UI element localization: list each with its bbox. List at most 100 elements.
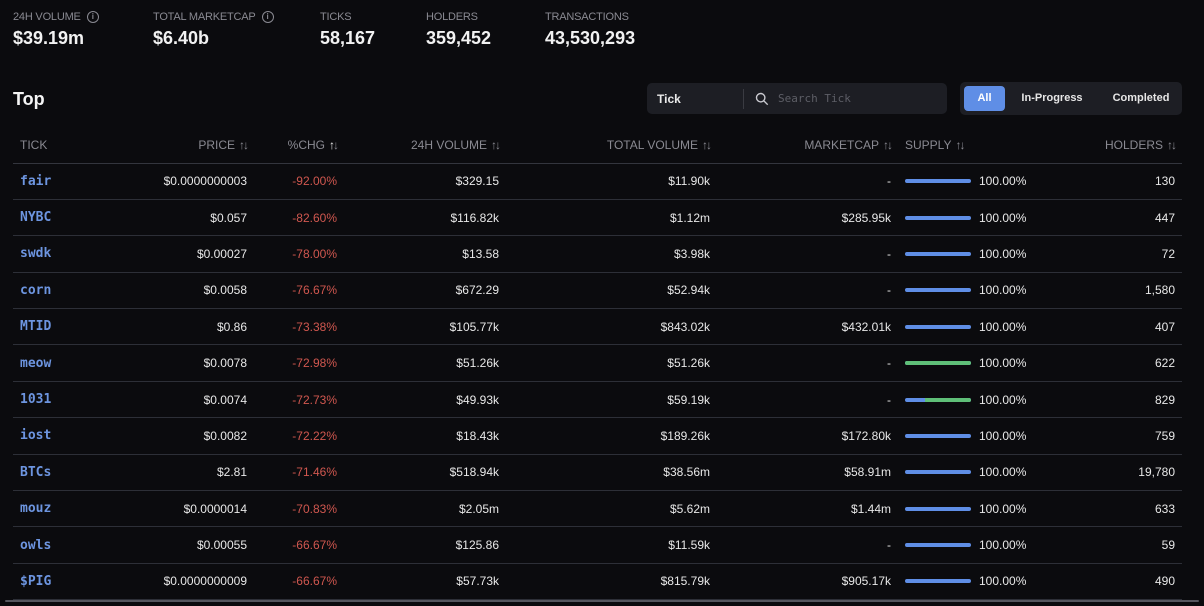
chg-cell: -76.67%	[254, 272, 344, 310]
tick-link[interactable]: corn	[20, 283, 51, 298]
info-icon[interactable]: i	[86, 11, 99, 23]
volume-24h-cell: $49.93k	[344, 381, 506, 419]
volume-24h-cell: $18.43k	[344, 417, 506, 455]
holders-cell: 130	[1038, 163, 1182, 200]
stat-label: TICKS	[320, 11, 352, 23]
supply-cell: 100.00%	[898, 490, 1038, 528]
volume-24h-cell: $105.77k	[344, 308, 506, 346]
holders-cell: 447	[1038, 199, 1182, 237]
table-row[interactable]: 1031 $0.0074 -72.73% $49.93k $59.19k - 100.00%…	[13, 381, 1182, 419]
tick-link[interactable]: NYBC	[20, 210, 51, 225]
supply-progress-bar	[905, 251, 971, 256]
completed-segment	[924, 397, 971, 402]
total-volume-cell: $52.94k	[506, 272, 717, 310]
total-volume-cell: $843.02k	[506, 308, 717, 346]
marketcap-cell: -	[717, 272, 898, 310]
total-volume-cell: $1.12m	[506, 199, 717, 237]
table-row[interactable]: MTID $0.86 -73.38% $105.77k $843.02k $432.01k…	[13, 308, 1182, 346]
info-icon[interactable]: i	[261, 11, 274, 23]
supply-progress-bar	[905, 215, 971, 220]
table-row[interactable]: meow $0.0078 -72.98% $51.26k $51.26k -100.00%…	[13, 344, 1182, 382]
volume-24h-cell: $116.82k	[344, 199, 506, 237]
table-row[interactable]: fair $0.0000000003 -92.00% $329.15 $11.90k - 1…	[13, 163, 1182, 200]
stat-label: HOLDERS	[426, 11, 478, 23]
sort-icon[interactable]: ↑↓	[1167, 138, 1177, 152]
sort-icon[interactable]: ↑↓	[491, 138, 501, 152]
supply-progress-bar	[905, 179, 971, 184]
sort-icon[interactable]: ↑↓	[329, 138, 339, 152]
tick-link[interactable]: iost	[20, 428, 51, 443]
tick-link[interactable]: MTID	[20, 319, 51, 334]
price-cell: $0.0078	[113, 344, 254, 382]
volume-24h-cell: $672.29	[344, 272, 506, 310]
table-row[interactable]: NYBC $0.057 -82.60% $116.82k $1.12m $285.95k 1…	[13, 199, 1182, 237]
header-total-volume[interactable]: TOTAL VOLUME ↑↓	[506, 128, 717, 164]
filter-all-button[interactable]: All	[964, 86, 1005, 111]
status-filter: All In-Progress Completed	[960, 82, 1182, 115]
marketcap-cell: $172.80k	[717, 417, 898, 455]
filter-completed-button[interactable]: Completed	[1100, 86, 1182, 111]
header-chg[interactable]: %CHG ↑↓	[254, 128, 344, 164]
tick-link[interactable]: meow	[20, 356, 51, 371]
table-row[interactable]: BTCs $2.81 -71.46% $518.94k $38.56m $58.91m 10…	[13, 454, 1182, 492]
price-cell: $0.0000000009	[113, 563, 254, 601]
stat-label: TOTAL MARKETCAP	[153, 11, 256, 23]
marketcap-cell: $58.91m	[717, 454, 898, 492]
total-volume-cell: $51.26k	[506, 344, 717, 382]
horizontal-scrollbar[interactable]	[5, 600, 1199, 602]
chg-cell: -72.98%	[254, 344, 344, 382]
chg-cell: -71.46%	[254, 454, 344, 492]
search-type-select[interactable]: Tick	[647, 88, 744, 109]
chg-cell: -66.67%	[254, 563, 344, 601]
price-cell: $0.057	[113, 199, 254, 237]
sort-icon[interactable]: ↑↓	[955, 138, 965, 152]
table-row[interactable]: $PIG $0.0000000009 -66.67% $57.73k $815.79k $…	[13, 563, 1182, 601]
volume-24h-cell: $329.15	[344, 163, 506, 200]
tick-link[interactable]: owls	[20, 538, 51, 553]
supply-percent: 100.00%	[979, 174, 1027, 189]
supply-percent: 100.00%	[979, 283, 1027, 298]
volume-24h-cell: $518.94k	[344, 454, 506, 492]
table-row[interactable]: corn $0.0058 -76.67% $672.29 $52.94k - 100.00%…	[13, 272, 1182, 310]
header-holders[interactable]: HOLDERS ↑↓	[1038, 128, 1182, 164]
stat-ticks: TICKS 58,167	[320, 10, 426, 49]
sort-icon[interactable]: ↑↓	[883, 138, 893, 152]
tick-link[interactable]: swdk	[20, 246, 51, 261]
stat-value: 43,530,293	[545, 28, 636, 48]
header-24h-volume[interactable]: 24H VOLUME ↑↓	[344, 128, 506, 164]
stats-bar: 24H VOLUME i $39.19m TOTAL MARKETCAP i $6.…	[13, 10, 635, 49]
marketcap-cell: $1.44m	[717, 490, 898, 528]
holders-cell: 72	[1038, 235, 1182, 273]
tick-link[interactable]: $PIG	[20, 574, 51, 589]
volume-24h-cell: $13.58	[344, 235, 506, 273]
header-supply[interactable]: SUPPLY ↑↓	[898, 128, 1038, 164]
table-row[interactable]: mouz $0.0000014 -70.83% $2.05m $5.62m $1.44m 1…	[13, 490, 1182, 528]
tick-link[interactable]: mouz	[20, 501, 51, 516]
table-row[interactable]: owls $0.00055 -66.67% $125.86 $11.59k - 100.00…	[13, 526, 1182, 564]
sort-icon[interactable]: ↑↓	[702, 138, 712, 152]
tick-link[interactable]: fair	[20, 174, 51, 189]
holders-cell: 19,780	[1038, 454, 1182, 492]
search-input[interactable]	[778, 92, 938, 105]
supply-percent: 100.00%	[979, 356, 1027, 371]
chg-cell: -72.22%	[254, 417, 344, 455]
volume-24h-cell: $57.73k	[344, 563, 506, 601]
table-row[interactable]: swdk $0.00027 -78.00% $13.58 $3.98k - 100.00% 7…	[13, 235, 1182, 273]
holders-cell: 59	[1038, 526, 1182, 564]
header-marketcap[interactable]: MARKETCAP ↑↓	[717, 128, 898, 164]
total-volume-cell: $189.26k	[506, 417, 717, 455]
stat-label: TRANSACTIONS	[545, 11, 629, 23]
tick-link[interactable]: 1031	[20, 392, 51, 407]
marketcap-cell: -	[717, 344, 898, 382]
stat-value: 359,452	[426, 28, 492, 48]
filter-in-progress-button[interactable]: In-Progress	[1006, 86, 1098, 111]
sort-icon[interactable]: ↑↓	[239, 138, 249, 152]
header-price[interactable]: PRICE ↑↓	[113, 128, 254, 164]
stat-total-marketcap: TOTAL MARKETCAP i $6.40b	[153, 10, 320, 49]
stat-label: 24H VOLUME	[13, 11, 81, 23]
table-row[interactable]: iost $0.0082 -72.22% $18.43k $189.26k $172.80…	[13, 417, 1182, 455]
tick-link[interactable]: BTCs	[20, 465, 51, 480]
table-header-row: TICK PRICE ↑↓ %CHG ↑↓ 24H VOLUME ↑↓ TOTAL V…	[13, 128, 1182, 164]
chg-cell: -78.00%	[254, 235, 344, 273]
total-volume-cell: $11.59k	[506, 526, 717, 564]
